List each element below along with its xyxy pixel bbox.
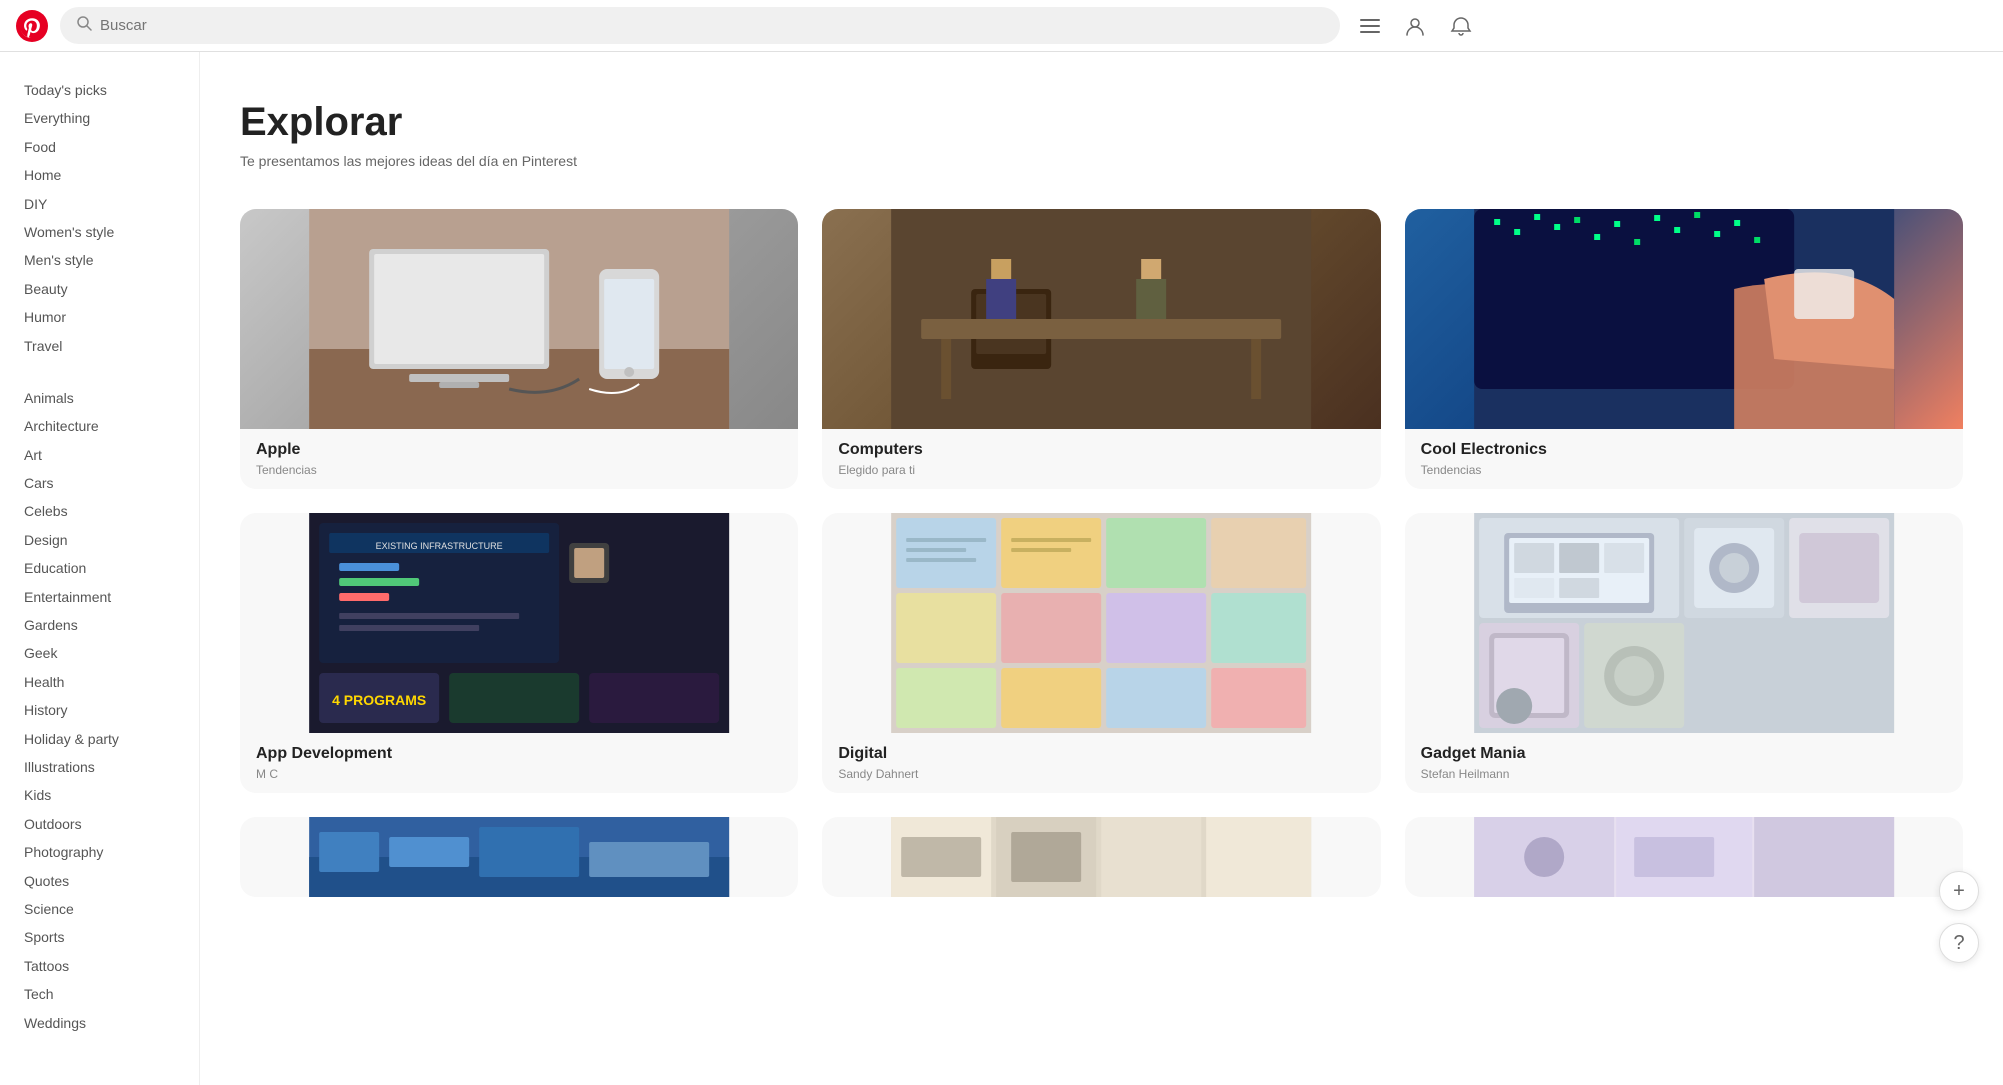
sidebar-item-photography[interactable]: Photography [24, 838, 175, 866]
pin-meta-apple: Tendencias [256, 463, 782, 477]
sidebar-item-science[interactable]: Science [24, 895, 175, 923]
header [0, 0, 2003, 52]
svg-text:4 PROGRAMS: 4 PROGRAMS [332, 692, 426, 708]
pin-card-row3-3[interactable] [1405, 817, 1963, 897]
pin-meta-cool-electronics: Tendencias [1421, 463, 1947, 477]
pin-info-cool-electronics: Cool Electronics Tendencias [1405, 429, 1963, 489]
pin-info-app-dev: App Development M C [240, 733, 798, 793]
pin-info-digital: Digital Sandy Dahnert [822, 733, 1380, 793]
sidebar-item-art[interactable]: Art [24, 441, 175, 469]
pin-card-cool-electronics[interactable]: Cool Electronics Tendencias [1405, 209, 1963, 489]
sidebar-item-beauty[interactable]: Beauty [24, 275, 175, 303]
sidebar-item-home[interactable]: Home [24, 161, 175, 189]
sidebar-item-geek[interactable]: Geek [24, 639, 175, 667]
sidebar: Today's picksEverythingFoodHomeDIYWomen'… [0, 52, 200, 1085]
sidebar-item-sports[interactable]: Sports [24, 923, 175, 951]
sidebar-item-architecture[interactable]: Architecture [24, 412, 175, 440]
notifications-button[interactable] [1446, 11, 1476, 41]
sidebar-item-cars[interactable]: Cars [24, 469, 175, 497]
sidebar-primary-section: Today's picksEverythingFoodHomeDIYWomen'… [24, 76, 175, 360]
sidebar-item-todays-picks[interactable]: Today's picks [24, 76, 175, 104]
pin-image-cool-electronics [1405, 209, 1963, 429]
page-subtitle: Te presentamos las mejores ideas del día… [240, 153, 1963, 169]
pin-card-row3-1[interactable] [240, 817, 798, 897]
sidebar-item-history[interactable]: History [24, 696, 175, 724]
svg-text:EXISTING INFRASTRUCTURE: EXISTING INFRASTRUCTURE [376, 541, 503, 551]
pin-meta-computers: Elegido para ti [838, 463, 1364, 477]
pin-image-app-dev: EXISTING INFRASTRUCTURE 4 PROGRA [240, 513, 798, 733]
sidebar-item-celebs[interactable]: Celebs [24, 497, 175, 525]
sidebar-item-education[interactable]: Education [24, 554, 175, 582]
sidebar-item-diy[interactable]: DIY [24, 190, 175, 218]
sidebar-item-quotes[interactable]: Quotes [24, 867, 175, 895]
sidebar-item-food[interactable]: Food [24, 133, 175, 161]
search-input[interactable] [100, 17, 1324, 34]
sidebar-item-weddings[interactable]: Weddings [24, 1009, 175, 1037]
sidebar-item-humor[interactable]: Humor [24, 303, 175, 331]
pin-title-digital: Digital [838, 745, 1364, 763]
sidebar-item-gardens[interactable]: Gardens [24, 611, 175, 639]
page-title: Explorar [240, 100, 1963, 145]
pin-info-gadget-mania: Gadget Mania Stefan Heilmann [1405, 733, 1963, 793]
pin-info-apple: Apple Tendencias [240, 429, 798, 489]
pinterest-logo[interactable] [16, 10, 48, 42]
pin-title-gadget-mania: Gadget Mania [1421, 745, 1947, 763]
sidebar-item-tech[interactable]: Tech [24, 980, 175, 1008]
pin-meta-app-dev: M C [256, 767, 782, 781]
pin-card-gadget-mania[interactable]: Gadget Mania Stefan Heilmann [1405, 513, 1963, 793]
sidebar-item-entertainment[interactable]: Entertainment [24, 583, 175, 611]
sidebar-item-outdoors[interactable]: Outdoors [24, 810, 175, 838]
sidebar-item-travel[interactable]: Travel [24, 332, 175, 360]
sidebar-item-animals[interactable]: Animals [24, 384, 175, 412]
pin-meta-digital: Sandy Dahnert [838, 767, 1364, 781]
search-icon [76, 15, 92, 36]
header-icons [1356, 11, 1476, 41]
fab-container: + ? [1939, 871, 1979, 963]
pin-card-apple[interactable]: Apple Tendencias [240, 209, 798, 489]
pins-grid-row2: EXISTING INFRASTRUCTURE 4 PROGRA [240, 513, 1963, 793]
sidebar-item-mens-style[interactable]: Men's style [24, 246, 175, 274]
pin-meta-gadget-mania: Stefan Heilmann [1421, 767, 1947, 781]
profile-button[interactable] [1400, 11, 1430, 41]
help-fab[interactable]: ? [1939, 923, 1979, 963]
sidebar-item-kids[interactable]: Kids [24, 781, 175, 809]
pin-card-row3-2[interactable] [822, 817, 1380, 897]
search-bar[interactable] [60, 7, 1340, 44]
pin-image-apple [240, 209, 798, 429]
pins-grid-row3 [240, 817, 1963, 897]
pin-card-digital[interactable]: Digital Sandy Dahnert [822, 513, 1380, 793]
main-content: Explorar Te presentamos las mejores idea… [200, 52, 2003, 1085]
pin-title-app-dev: App Development [256, 745, 782, 763]
pin-title-apple: Apple [256, 441, 782, 459]
pin-title-computers: Computers [838, 441, 1364, 459]
pin-image-gadget [1405, 513, 1963, 733]
sidebar-item-holiday-and-party[interactable]: Holiday & party [24, 725, 175, 753]
pin-title-cool-electronics: Cool Electronics [1421, 441, 1947, 459]
sidebar-item-womens-style[interactable]: Women's style [24, 218, 175, 246]
sidebar-item-tattoos[interactable]: Tattoos [24, 952, 175, 980]
sidebar-item-everything[interactable]: Everything [24, 104, 175, 132]
pin-image-computers [822, 209, 1380, 429]
pin-card-computers[interactable]: Computers Elegido para ti [822, 209, 1380, 489]
sidebar-secondary-section: AnimalsArchitectureArtCarsCelebsDesignEd… [24, 384, 175, 1037]
add-fab[interactable]: + [1939, 871, 1979, 911]
sidebar-item-illustrations[interactable]: Illustrations [24, 753, 175, 781]
pin-image-digital [822, 513, 1380, 733]
pin-info-computers: Computers Elegido para ti [822, 429, 1380, 489]
pins-grid-row1: Apple Tendencias [240, 209, 1963, 489]
menu-button[interactable] [1356, 12, 1384, 40]
sidebar-item-health[interactable]: Health [24, 668, 175, 696]
main-layout: Today's picksEverythingFoodHomeDIYWomen'… [0, 52, 2003, 1085]
sidebar-item-design[interactable]: Design [24, 526, 175, 554]
pin-card-app-development[interactable]: EXISTING INFRASTRUCTURE 4 PROGRA [240, 513, 798, 793]
